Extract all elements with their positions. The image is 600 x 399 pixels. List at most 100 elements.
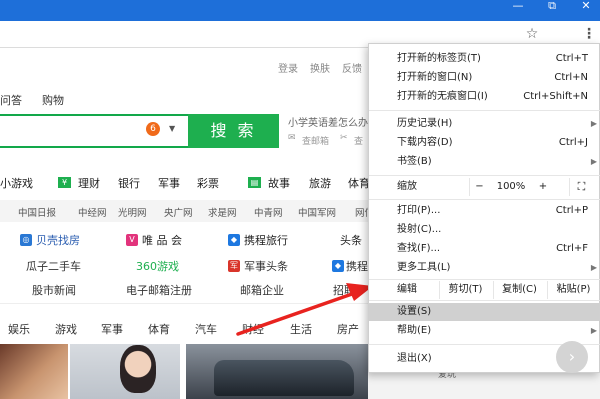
search-input[interactable]	[0, 114, 188, 148]
ctrip-icon: ◆	[228, 234, 240, 246]
category-sports[interactable]: 体育	[348, 175, 370, 191]
search-badge: 6	[146, 122, 160, 136]
category-bank[interactable]: 银行	[118, 175, 140, 191]
menu-separator	[369, 175, 600, 176]
next-arrow-button[interactable]: ›	[556, 341, 588, 373]
menu-separator	[369, 199, 600, 200]
service-link[interactable]: 贝壳找房	[36, 232, 80, 248]
finance-icon: ¥	[58, 177, 71, 188]
site-link[interactable]: 求是网	[208, 205, 237, 219]
category-travel[interactable]: 旅游	[309, 175, 331, 191]
site-link[interactable]: 中国日报	[18, 205, 56, 219]
service-link[interactable]: 头条	[340, 232, 362, 248]
military-news-icon: 军	[228, 260, 240, 272]
fullscreen-icon[interactable]: ⛶	[569, 178, 593, 196]
service-link[interactable]: 瓜子二手车	[26, 258, 81, 274]
paste-button[interactable]: 粘贴(P)	[547, 281, 599, 299]
browser-menu-icon[interactable]: ⋮	[580, 25, 598, 43]
zoom-out-button[interactable]: −	[469, 178, 489, 196]
menu-print[interactable]: 打印(P)... Ctrl+P	[369, 202, 600, 220]
channel-tab[interactable]: 体育	[148, 321, 170, 337]
menu-settings[interactable]: 设置(S)	[369, 303, 600, 321]
channel-tab[interactable]: 生活	[290, 321, 312, 337]
site-link[interactable]: 光明网	[118, 205, 147, 219]
menu-more-tools[interactable]: 更多工具(L) ▶	[369, 259, 600, 277]
copy-button[interactable]: 复制(C)	[493, 281, 545, 299]
nav-tab-qa[interactable]: 问答	[0, 92, 22, 108]
profile-avatar-icon[interactable]	[555, 25, 573, 43]
cut-button[interactable]: 剪切(T)	[439, 281, 491, 299]
service-link[interactable]: 携程旅行	[244, 232, 288, 248]
window-titlebar: — ⧉ ✕	[0, 0, 600, 21]
vip-icon: V	[126, 234, 138, 246]
submenu-arrow-icon: ▶	[590, 157, 597, 166]
category-finance[interactable]: 理财	[78, 175, 100, 191]
menu-separator	[369, 300, 600, 301]
menu-find[interactable]: 查找(F)... Ctrl+F	[369, 240, 600, 258]
nav-tab-shopping[interactable]: 购物	[42, 92, 64, 108]
shell-house-icon: ◎	[20, 234, 32, 246]
zoom-in-button[interactable]: +	[533, 178, 553, 196]
ctrip-icon: ◆	[332, 260, 344, 272]
category-minigames[interactable]: 小游戏	[0, 175, 33, 191]
side-panel: 爱玩	[368, 370, 600, 399]
search-dropdown-icon[interactable]: ▼	[169, 124, 175, 133]
menu-bookmarks[interactable]: 书签(B) ▶	[369, 153, 600, 171]
bookmark-star-icon[interactable]: ☆	[523, 25, 541, 43]
zoom-level: 100%	[496, 181, 526, 192]
restore-button[interactable]: ⧉	[538, 0, 566, 14]
service-link[interactable]: 携程	[346, 258, 368, 274]
browser-menu: 打开新的标签页(T) Ctrl+T 打开新的窗口(N) Ctrl+N 打开新的无痕窗…	[368, 43, 600, 373]
menu-downloads[interactable]: 下载内容(D) Ctrl+J	[369, 134, 600, 152]
channel-tab[interactable]: 娱乐	[8, 321, 30, 337]
search-hint-link[interactable]: 小学英语差怎么办	[288, 114, 368, 129]
menu-new-window[interactable]: 打开新的窗口(N) Ctrl+N	[369, 69, 600, 87]
skin-link[interactable]: 换肤	[310, 60, 330, 75]
feedback-link[interactable]: 反馈	[342, 60, 362, 75]
service-link[interactable]: 股市新闻	[32, 282, 76, 298]
news-thumbnail[interactable]	[0, 344, 68, 399]
channel-tab[interactable]: 财经	[242, 321, 264, 337]
channel-tab[interactable]: 汽车	[195, 321, 217, 337]
service-link[interactable]: 军事头条	[244, 258, 288, 274]
close-button[interactable]: ✕	[572, 0, 600, 14]
site-link[interactable]: 央广网	[164, 205, 193, 219]
news-thumbnail-portrait	[120, 345, 156, 393]
menu-cast[interactable]: 投射(C)...	[369, 221, 600, 239]
divider	[0, 303, 368, 304]
submenu-arrow-icon: ▶	[590, 326, 597, 335]
site-link[interactable]: 中青网	[254, 205, 283, 219]
menu-history[interactable]: 历史记录(H) ▶	[369, 115, 600, 133]
lookup-icon: ✂	[340, 133, 348, 143]
menu-separator	[369, 279, 600, 280]
menu-help[interactable]: 帮助(E) ▶	[369, 322, 600, 340]
site-link[interactable]: 中经网	[78, 205, 107, 219]
category-military[interactable]: 军事	[158, 175, 180, 191]
login-link[interactable]: 登录	[278, 60, 298, 75]
channel-tab[interactable]: 游戏	[55, 321, 77, 337]
search-button[interactable]: 搜 索	[188, 114, 279, 148]
story-icon: ▤	[248, 177, 261, 188]
car-image	[214, 360, 354, 396]
service-link[interactable]: 邮箱企业	[240, 282, 284, 298]
channel-tab[interactable]: 军事	[101, 321, 123, 337]
category-story[interactable]: 故事	[268, 175, 290, 191]
service-link[interactable]: 招聘	[333, 282, 355, 298]
submenu-arrow-icon: ▶	[590, 263, 597, 272]
menu-new-incognito[interactable]: 打开新的无痕窗口(I) Ctrl+Shift+N	[369, 88, 600, 106]
menu-separator	[369, 110, 600, 111]
menu-edit-row: 编辑 剪切(T) 复制(C) 粘贴(P)	[369, 281, 600, 299]
service-link[interactable]: 360游戏	[136, 258, 179, 274]
submenu-arrow-icon: ▶	[590, 119, 597, 128]
service-link[interactable]: 唯 品 会	[142, 232, 182, 248]
menu-new-tab[interactable]: 打开新的标签页(T) Ctrl+T	[369, 50, 600, 68]
check-mail-link[interactable]: 查邮箱	[302, 134, 329, 147]
lookup-link[interactable]: 查	[354, 134, 363, 147]
mail-icon: ✉	[288, 133, 296, 143]
category-lottery[interactable]: 彩票	[197, 175, 219, 191]
service-link[interactable]: 电子邮箱注册	[126, 282, 192, 298]
menu-zoom-row: 缩放 − 100% + ⛶	[369, 178, 600, 196]
minimize-button[interactable]: —	[504, 0, 532, 14]
site-link[interactable]: 中国军网	[298, 205, 336, 219]
channel-tab[interactable]: 房产	[337, 321, 359, 337]
